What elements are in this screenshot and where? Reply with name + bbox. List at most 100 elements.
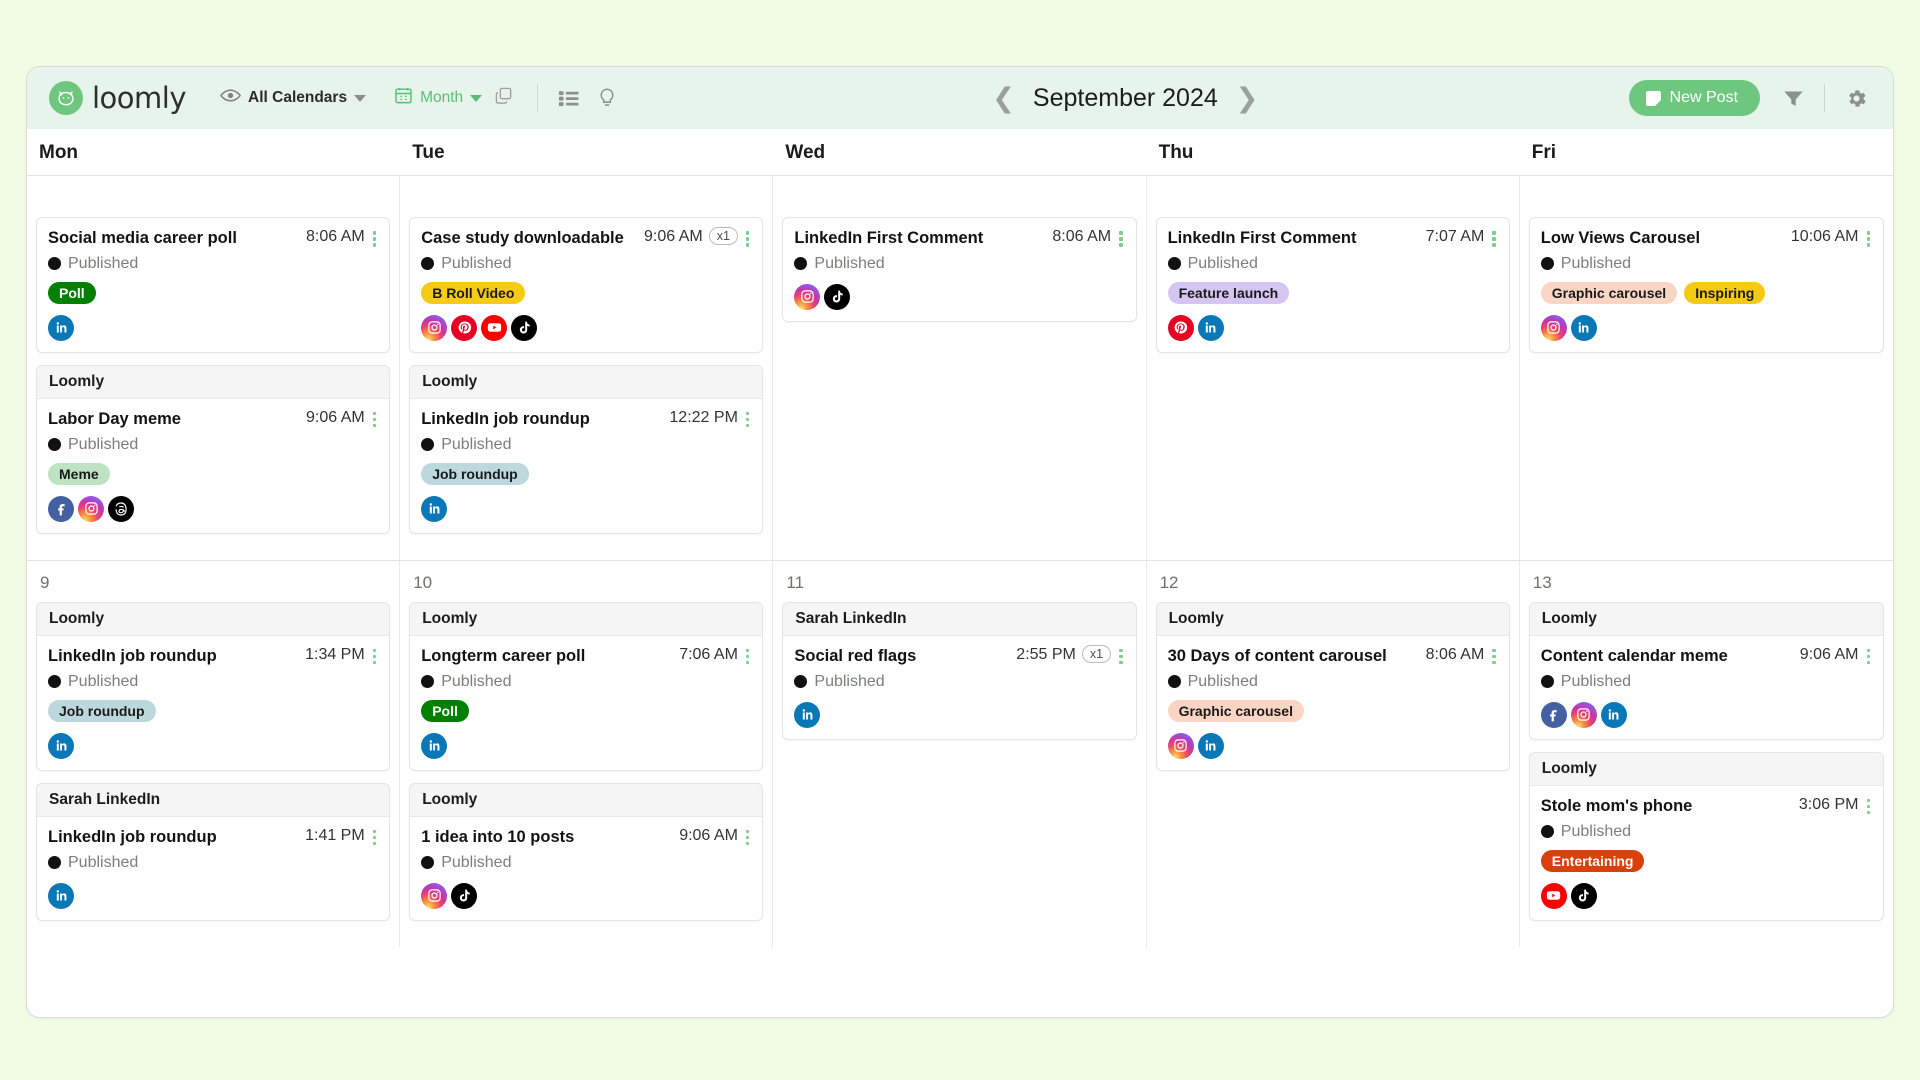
linkedin-icon[interactable]	[48, 733, 74, 759]
post-card[interactable]: Sarah LinkedInSocial red flags2:55 PMx1P…	[782, 602, 1136, 740]
instagram-icon[interactable]	[1571, 702, 1597, 728]
post-menu-icon[interactable]	[371, 408, 379, 428]
post-status: Published	[421, 673, 751, 691]
post-menu-icon[interactable]	[744, 645, 752, 665]
instagram-icon[interactable]	[78, 496, 104, 522]
weekday-header-thu: Thu	[1147, 129, 1520, 175]
day-cell[interactable]: 0Case study downloadable9:06 AMx1Publish…	[400, 176, 773, 560]
post-menu-icon[interactable]	[1865, 795, 1873, 815]
post-tag-list: Poll	[421, 700, 751, 722]
post-tag[interactable]: B Roll Video	[421, 282, 525, 304]
linkedin-icon[interactable]	[1601, 702, 1627, 728]
linkedin-icon[interactable]	[48, 883, 74, 909]
post-card[interactable]: LoomlyLinkedIn job roundup12:22 PMPublis…	[409, 365, 763, 534]
list-view-icon[interactable]	[554, 83, 584, 113]
linkedin-icon[interactable]	[1571, 315, 1597, 341]
post-card[interactable]: LoomlyContent calendar meme9:06 AMPublis…	[1529, 602, 1884, 740]
post-card[interactable]: Sarah LinkedInLinkedIn job roundup1:41 P…	[36, 783, 390, 921]
day-cell[interactable]: 10LoomlyLongterm career poll7:06 AMPubli…	[400, 561, 773, 947]
instagram-icon[interactable]	[794, 284, 820, 310]
post-status-label: Published	[814, 255, 884, 273]
post-title: Stole mom's phone	[1541, 795, 1793, 819]
linkedin-icon[interactable]	[421, 496, 447, 522]
post-menu-icon[interactable]	[1117, 227, 1125, 247]
day-cell[interactable]: 0Low Views Carousel10:06 AMPublishedGrap…	[1520, 176, 1893, 560]
youtube-icon[interactable]	[1541, 883, 1567, 909]
post-tag[interactable]: Entertaining	[1541, 850, 1645, 872]
post-menu-icon[interactable]	[744, 826, 752, 846]
weekday-header-mon: Mon	[27, 129, 400, 175]
post-tag[interactable]: Graphic carousel	[1168, 700, 1304, 722]
post-menu-icon[interactable]	[1117, 645, 1125, 665]
post-card[interactable]: Loomly1 idea into 10 posts9:06 AMPublish…	[409, 783, 763, 921]
day-cell[interactable]: 0Social media career poll8:06 AMPublishe…	[27, 176, 400, 560]
post-card[interactable]: Social media career poll8:06 AMPublished…	[36, 217, 390, 353]
day-cell[interactable]: 12Loomly30 Days of content carousel8:06 …	[1147, 561, 1520, 947]
day-cell[interactable]: 9LoomlyLinkedIn job roundup1:34 PMPublis…	[27, 561, 400, 947]
view-selector[interactable]: Month	[386, 86, 521, 110]
facebook-icon[interactable]	[48, 496, 74, 522]
youtube-icon[interactable]	[481, 315, 507, 341]
post-tag-list: Entertaining	[1541, 850, 1872, 872]
day-cell[interactable]: 13LoomlyContent calendar meme9:06 AMPubl…	[1520, 561, 1893, 947]
post-menu-icon[interactable]	[1865, 227, 1873, 247]
gear-icon[interactable]	[1841, 83, 1871, 113]
new-post-button[interactable]: New Post	[1629, 80, 1760, 116]
post-repeat-badge: x1	[1082, 645, 1111, 663]
post-card[interactable]: LinkedIn First Comment7:07 AMPublishedFe…	[1156, 217, 1510, 353]
facebook-icon[interactable]	[1541, 702, 1567, 728]
tiktok-icon[interactable]	[1571, 883, 1597, 909]
tiktok-icon[interactable]	[511, 315, 537, 341]
lightbulb-icon[interactable]	[592, 83, 622, 113]
calendars-selector[interactable]: All Calendars	[212, 88, 374, 108]
copy-icon[interactable]	[494, 86, 513, 110]
post-tag[interactable]: Meme	[48, 463, 110, 485]
instagram-icon[interactable]	[421, 315, 447, 341]
post-menu-icon[interactable]	[744, 227, 752, 247]
post-menu-icon[interactable]	[371, 227, 379, 247]
linkedin-icon[interactable]	[48, 315, 74, 341]
post-card[interactable]: LoomlyStole mom's phone3:06 PMPublishedE…	[1529, 752, 1884, 921]
threads-icon[interactable]	[108, 496, 134, 522]
post-status: Published	[794, 673, 1124, 691]
day-cell[interactable]: 0LinkedIn First Comment8:06 AMPublished	[773, 176, 1146, 560]
post-tag[interactable]: Feature launch	[1168, 282, 1290, 304]
post-tag[interactable]: Inspiring	[1684, 282, 1765, 304]
instagram-icon[interactable]	[1168, 733, 1194, 759]
post-card[interactable]: LoomlyLinkedIn job roundup1:34 PMPublish…	[36, 602, 390, 771]
pinterest-icon[interactable]	[1168, 315, 1194, 341]
tiktok-icon[interactable]	[824, 284, 850, 310]
post-card[interactable]: Low Views Carousel10:06 AMPublishedGraph…	[1529, 217, 1884, 353]
post-menu-icon[interactable]	[1865, 645, 1873, 665]
instagram-icon[interactable]	[421, 883, 447, 909]
instagram-icon[interactable]	[1541, 315, 1567, 341]
linkedin-icon[interactable]	[421, 733, 447, 759]
linkedin-icon[interactable]	[1198, 733, 1224, 759]
post-menu-icon[interactable]	[1490, 645, 1498, 665]
post-card[interactable]: LoomlyLongterm career poll7:06 AMPublish…	[409, 602, 763, 771]
post-tag[interactable]: Poll	[48, 282, 96, 304]
post-tag[interactable]: Job roundup	[48, 700, 156, 722]
filter-icon[interactable]	[1778, 83, 1808, 113]
post-card[interactable]: Case study downloadable9:06 AMx1Publishe…	[409, 217, 763, 353]
post-tag[interactable]: Poll	[421, 700, 469, 722]
post-menu-icon[interactable]	[371, 826, 379, 846]
day-cell[interactable]: 0LinkedIn First Comment7:07 AMPublishedF…	[1147, 176, 1520, 560]
linkedin-icon[interactable]	[1198, 315, 1224, 341]
chevron-left-icon[interactable]: ❮	[992, 85, 1015, 112]
post-menu-icon[interactable]	[1490, 227, 1498, 247]
pinterest-icon[interactable]	[451, 315, 477, 341]
linkedin-icon[interactable]	[794, 702, 820, 728]
tiktok-icon[interactable]	[451, 883, 477, 909]
post-tag[interactable]: Graphic carousel	[1541, 282, 1677, 304]
post-card[interactable]: LinkedIn First Comment8:06 AMPublished	[782, 217, 1136, 322]
chevron-down-icon	[470, 95, 482, 102]
post-tag[interactable]: Job roundup	[421, 463, 529, 485]
post-menu-icon[interactable]	[744, 408, 752, 428]
post-menu-icon[interactable]	[371, 645, 379, 665]
post-card[interactable]: LoomlyLabor Day meme9:06 AMPublishedMeme	[36, 365, 390, 534]
day-cell[interactable]: 11Sarah LinkedInSocial red flags2:55 PMx…	[773, 561, 1146, 947]
brand-logo[interactable]: loomly	[49, 81, 186, 115]
chevron-right-icon[interactable]: ❯	[1236, 85, 1259, 112]
post-card[interactable]: Loomly30 Days of content carousel8:06 AM…	[1156, 602, 1510, 771]
